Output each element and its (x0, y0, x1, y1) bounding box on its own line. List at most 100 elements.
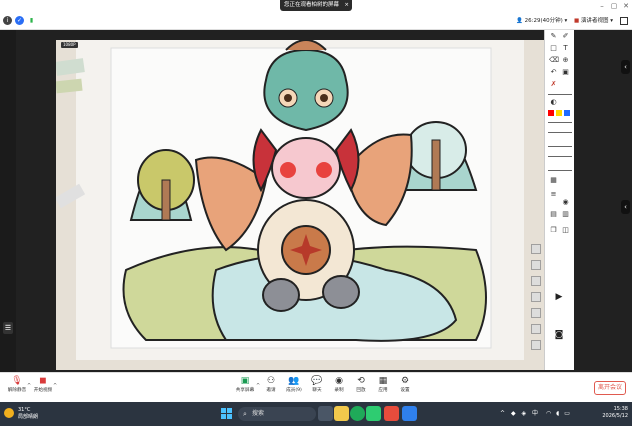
video-options-chevron-icon[interactable]: ^ (53, 383, 57, 389)
tray-chevron-icon[interactable]: ^ (500, 410, 505, 417)
clock-time: 15:38 (613, 406, 628, 412)
signal-strength-icon[interactable]: ▮ (27, 16, 36, 25)
side-tool-7-icon[interactable] (531, 340, 541, 350)
browser-icon[interactable] (350, 406, 365, 421)
text-icon[interactable]: T (561, 44, 570, 53)
page-icon[interactable]: ▤ (549, 210, 558, 219)
meeting-app-icon[interactable] (402, 406, 417, 421)
copy-icon[interactable]: ❐ (549, 226, 558, 235)
network-icon[interactable]: ◠ (546, 410, 551, 417)
shape-icon[interactable]: □ (549, 44, 558, 53)
record-video-icon[interactable]: ▶ (552, 291, 566, 303)
layout-icon[interactable]: ◫ (561, 226, 570, 235)
meeting-timer-text: 26:29(40分钟) (524, 18, 563, 24)
chat-icon: 💬 (311, 376, 323, 386)
toggle-switch-icon[interactable]: ◉ (561, 198, 570, 207)
invite-icon: ⚇ (266, 376, 276, 386)
side-tool-6-icon[interactable] (531, 324, 541, 334)
meeting-timer: 👤 26:29(40分钟) ▾ (516, 18, 568, 24)
microphone-muted-icon: 🎙 (11, 376, 23, 386)
volume-icon[interactable]: ◖ (556, 410, 559, 417)
share-screen-button[interactable]: ▣ 共享屏幕 (232, 376, 258, 402)
settings-label: 设置 (400, 388, 410, 393)
undo-icon[interactable]: ↶ (549, 68, 558, 77)
restore-icon[interactable]: ▢ (609, 1, 619, 11)
highlighter-icon[interactable]: ✐ (561, 32, 570, 41)
battery-icon[interactable]: ▭ (564, 410, 570, 417)
shared-video-feed (56, 40, 544, 370)
tray-app2-icon[interactable]: ◈ (522, 410, 527, 417)
opacity-slider[interactable] (548, 156, 572, 157)
settings-button[interactable]: ⚙ 设置 (392, 376, 418, 402)
members-icon: 👥 (288, 376, 300, 386)
pen-icon[interactable]: ✎ (549, 32, 558, 41)
sharing-status-pill[interactable]: 您正在观看柏树的屏幕 × (280, 0, 352, 11)
apps-icon: ▦ (378, 376, 388, 386)
replay-icon: ⟲ (357, 376, 365, 386)
color-swatch-blue[interactable] (564, 110, 570, 116)
window-close-icon[interactable]: ✕ (621, 1, 631, 11)
taskbar-clock[interactable]: 15:38 2026/5/12 (598, 406, 628, 420)
page-next-icon[interactable]: ▥ (561, 210, 570, 219)
search-placeholder: 搜索 (252, 410, 265, 417)
side-tool-3-icon[interactable] (531, 276, 541, 286)
view-mode-button[interactable]: ■ 演讲者视图 ▾ (574, 15, 613, 27)
wps-icon[interactable] (384, 406, 399, 421)
start-video-button[interactable]: ◼ 开始视频 (30, 376, 56, 402)
size-slider[interactable] (548, 170, 572, 171)
eraser-icon[interactable]: ⌫ (549, 56, 559, 65)
minimize-icon[interactable]: – (597, 1, 607, 11)
side-tool-1-icon[interactable] (531, 244, 541, 254)
clock-date: 2026/5/12 (602, 413, 628, 419)
weather-text: 局部晴朗 (18, 414, 39, 420)
fullscreen-icon[interactable] (620, 17, 628, 25)
leave-meeting-button[interactable]: 离开会议 (594, 381, 626, 395)
camera-snapshot-icon[interactable]: ◙ (552, 329, 566, 341)
side-tool-4-icon[interactable] (531, 292, 541, 302)
divider (548, 94, 572, 95)
thickness-slider[interactable] (548, 146, 572, 147)
unmute-button[interactable]: 🎙 解除静音 (4, 376, 30, 402)
collapse-arrow-icon[interactable]: ‹ (621, 60, 630, 74)
info-icon[interactable]: i (3, 16, 12, 25)
color-swatch-yellow[interactable] (556, 110, 562, 116)
tray-app-icon[interactable]: ◆ (511, 410, 516, 417)
file-explorer-icon[interactable] (334, 406, 349, 421)
grid-icon[interactable]: ▦ (549, 176, 558, 185)
meeting-top-toolbar: i ✓ ▮ 👤 26:29(40分钟) ▾ ■ 演讲者视图 ▾ (0, 12, 632, 30)
line-weight-selector[interactable] (548, 132, 572, 133)
clear-icon[interactable]: ✗ (549, 80, 558, 89)
expand-arrow-icon[interactable]: ‹ (621, 200, 630, 214)
weather-widget[interactable]: 31°C 局部晴朗 (4, 406, 54, 422)
participant-list-toggle-icon[interactable]: ☰ (3, 322, 13, 334)
left-side-strip (0, 30, 16, 372)
dragon-drawing-image (56, 40, 544, 370)
security-shield-icon[interactable]: ✓ (15, 16, 24, 25)
search-icon: ⌕ (243, 410, 247, 418)
side-tool-5-icon[interactable] (531, 308, 541, 318)
side-tool-2-icon[interactable] (531, 260, 541, 270)
share-screen-label: 共享屏幕 (235, 388, 255, 393)
windows-start-icon[interactable] (219, 406, 234, 421)
temperature-text: 31°C (18, 407, 31, 413)
window-titlebar: 您正在观看柏树的屏幕 × – ▢ ✕ (0, 0, 632, 12)
zoom-icon[interactable]: ⊕ (561, 56, 570, 65)
view-mode-label: 演讲者视图 (580, 18, 609, 24)
ime-indicator[interactable]: 中 (532, 410, 538, 417)
wechat-icon[interactable] (366, 406, 381, 421)
line-style-solid[interactable] (548, 122, 572, 123)
speaker-view-icon: ■ (574, 18, 580, 24)
record-icon: ◉ (335, 376, 343, 386)
person-icon: 👤 (516, 18, 523, 24)
color-swatch-red[interactable] (548, 110, 554, 116)
font-size-icon[interactable]: ≡ (549, 190, 558, 199)
color-picker-icon[interactable]: ◐ (549, 98, 558, 107)
task-view-icon[interactable] (318, 406, 333, 421)
system-tray[interactable]: ^ ◆ ◈ 中 ◠ ◖ ▭ (500, 408, 570, 417)
save-icon[interactable]: ▣ (561, 68, 570, 77)
taskbar-search-box[interactable]: ⌕ 搜索 (238, 407, 316, 421)
camera-off-icon: ◼ (39, 376, 47, 386)
windows-taskbar: 31°C 局部晴朗 ⌕ 搜索 ^ ◆ ◈ 中 ◠ ◖ ▭ 15:38 2026/… (0, 402, 632, 426)
close-share-icon[interactable]: × (344, 0, 349, 11)
sharing-status-text: 您正在观看柏树的屏幕 (284, 2, 340, 8)
